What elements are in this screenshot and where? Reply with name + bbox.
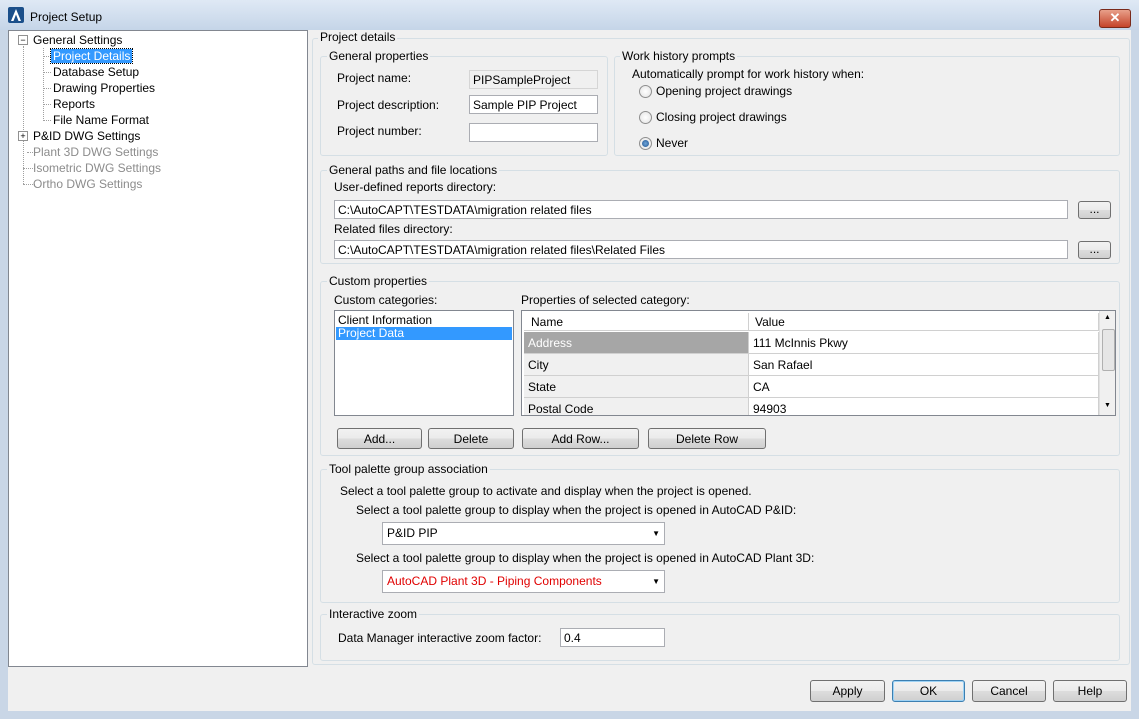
tool-palette-title: Tool palette group association (327, 462, 490, 476)
general-properties-title: General properties (327, 49, 431, 63)
radio-closing-drawings-label[interactable]: Closing project drawings (656, 110, 787, 124)
browse-reports-button[interactable]: ... (1078, 201, 1111, 219)
apply-button[interactable]: Apply (810, 680, 885, 702)
reports-dir-label: User-defined reports directory: (334, 180, 497, 194)
help-button[interactable]: Help (1053, 680, 1127, 702)
column-header-value[interactable]: Value (749, 313, 1099, 331)
radio-never[interactable] (639, 137, 652, 150)
custom-categories-label: Custom categories: (334, 293, 438, 307)
collapse-icon[interactable]: − (18, 35, 28, 45)
radio-never-label[interactable]: Never (656, 136, 688, 150)
tree-item-general-settings[interactable]: General Settings (33, 33, 122, 47)
delete-category-button[interactable]: Delete (428, 428, 514, 449)
ok-button[interactable]: OK (892, 680, 965, 702)
grid-row-value[interactable]: 94903 (749, 398, 1099, 415)
paths-title: General paths and file locations (327, 163, 500, 177)
properties-label: Properties of selected category: (521, 293, 690, 307)
grid-row-name[interactable]: State (524, 376, 749, 398)
grid-row-name[interactable]: Address (524, 332, 749, 354)
close-button[interactable]: ✕ (1099, 9, 1131, 28)
project-description-field[interactable]: Sample PIP Project (469, 95, 598, 114)
pid-palette-dropdown[interactable]: P&ID PIP ▼ (382, 522, 665, 545)
settings-tree[interactable]: − General Settings Project Details Datab… (8, 30, 308, 667)
tree-item-drawing-properties[interactable]: Drawing Properties (53, 81, 155, 95)
grid-row-name[interactable]: Postal Code (524, 398, 749, 415)
work-history-title: Work history prompts (620, 49, 738, 63)
plant-palette-value: AutoCAD Plant 3D - Piping Components (387, 574, 602, 588)
add-category-button[interactable]: Add... (337, 428, 422, 449)
project-description-label: Project description: (337, 98, 440, 112)
panel-title: Project details (318, 30, 398, 44)
tree-item-reports[interactable]: Reports (53, 97, 95, 111)
scroll-down-icon[interactable]: ▼ (1104, 402, 1111, 409)
tree-item-pid-dwg-settings[interactable]: P&ID DWG Settings (33, 129, 140, 143)
tool-palette-intro: Select a tool palette group to activate … (340, 484, 752, 498)
pid-palette-label: Select a tool palette group to display w… (356, 503, 797, 517)
tree-item-isometric-dwg-settings: Isometric DWG Settings (33, 161, 162, 175)
grid-row-name[interactable]: City (524, 354, 749, 376)
related-dir-field[interactable]: C:\AutoCAPT\TESTDATA\migration related f… (334, 240, 1068, 259)
tree-item-ortho-dwg-settings: Ortho DWG Settings (33, 177, 143, 191)
zoom-factor-label: Data Manager interactive zoom factor: (338, 631, 542, 645)
cancel-button[interactable]: Cancel (972, 680, 1046, 702)
tree-item-plant3d-dwg-settings: Plant 3D DWG Settings (33, 145, 159, 159)
pid-palette-value: P&ID PIP (387, 526, 438, 540)
project-number-field[interactable] (469, 123, 598, 142)
tree-item-project-details[interactable]: Project Details (49, 48, 134, 64)
tree-item-database-setup[interactable]: Database Setup (53, 65, 139, 79)
add-row-button[interactable]: Add Row... (522, 428, 639, 449)
radio-opening-drawings[interactable] (639, 85, 652, 98)
zoom-factor-field[interactable]: 0.4 (560, 628, 665, 647)
expand-icon[interactable]: + (18, 131, 28, 141)
project-name-label: Project name: (337, 71, 412, 85)
radio-opening-drawings-label[interactable]: Opening project drawings (656, 84, 792, 98)
browse-related-button[interactable]: ... (1078, 241, 1111, 259)
grid-row-value[interactable]: San Rafael (749, 354, 1099, 376)
custom-properties-title: Custom properties (327, 274, 430, 288)
scroll-up-icon[interactable]: ▲ (1104, 314, 1111, 321)
properties-grid[interactable]: Name Value Address 111 McInnis Pkwy City… (521, 310, 1116, 416)
radio-closing-drawings[interactable] (639, 111, 652, 124)
plant-palette-label: Select a tool palette group to display w… (356, 551, 815, 565)
plant-palette-dropdown[interactable]: AutoCAD Plant 3D - Piping Components ▼ (382, 570, 665, 593)
tree-item-file-name-format[interactable]: File Name Format (53, 113, 149, 127)
categories-listbox[interactable]: Client Information Project Data (334, 310, 514, 416)
category-item[interactable]: Project Data (336, 327, 512, 340)
reports-dir-field[interactable]: C:\AutoCAPT\TESTDATA\migration related f… (334, 200, 1068, 219)
scroll-thumb[interactable] (1102, 329, 1115, 371)
zoom-title: Interactive zoom (327, 607, 420, 621)
grid-row-value[interactable]: CA (749, 376, 1099, 398)
project-number-label: Project number: (337, 124, 422, 138)
work-history-prompt: Automatically prompt for work history wh… (632, 67, 865, 81)
grid-scrollbar[interactable]: ▲ ▼ (1099, 311, 1115, 415)
grid-row-value[interactable]: 111 McInnis Pkwy (749, 332, 1099, 354)
window-title: Project Setup (30, 10, 103, 24)
delete-row-button[interactable]: Delete Row (648, 428, 766, 449)
close-icon: ✕ (1109, 10, 1121, 25)
project-name-field: PIPSampleProject (469, 70, 598, 89)
related-dir-label: Related files directory: (334, 222, 453, 236)
column-header-name[interactable]: Name (524, 313, 749, 331)
autocad-logo-icon (8, 7, 24, 23)
chevron-down-icon[interactable]: ▼ (652, 523, 660, 544)
title-bar: Project Setup ✕ (0, 0, 1139, 30)
chevron-down-icon[interactable]: ▼ (652, 571, 660, 592)
